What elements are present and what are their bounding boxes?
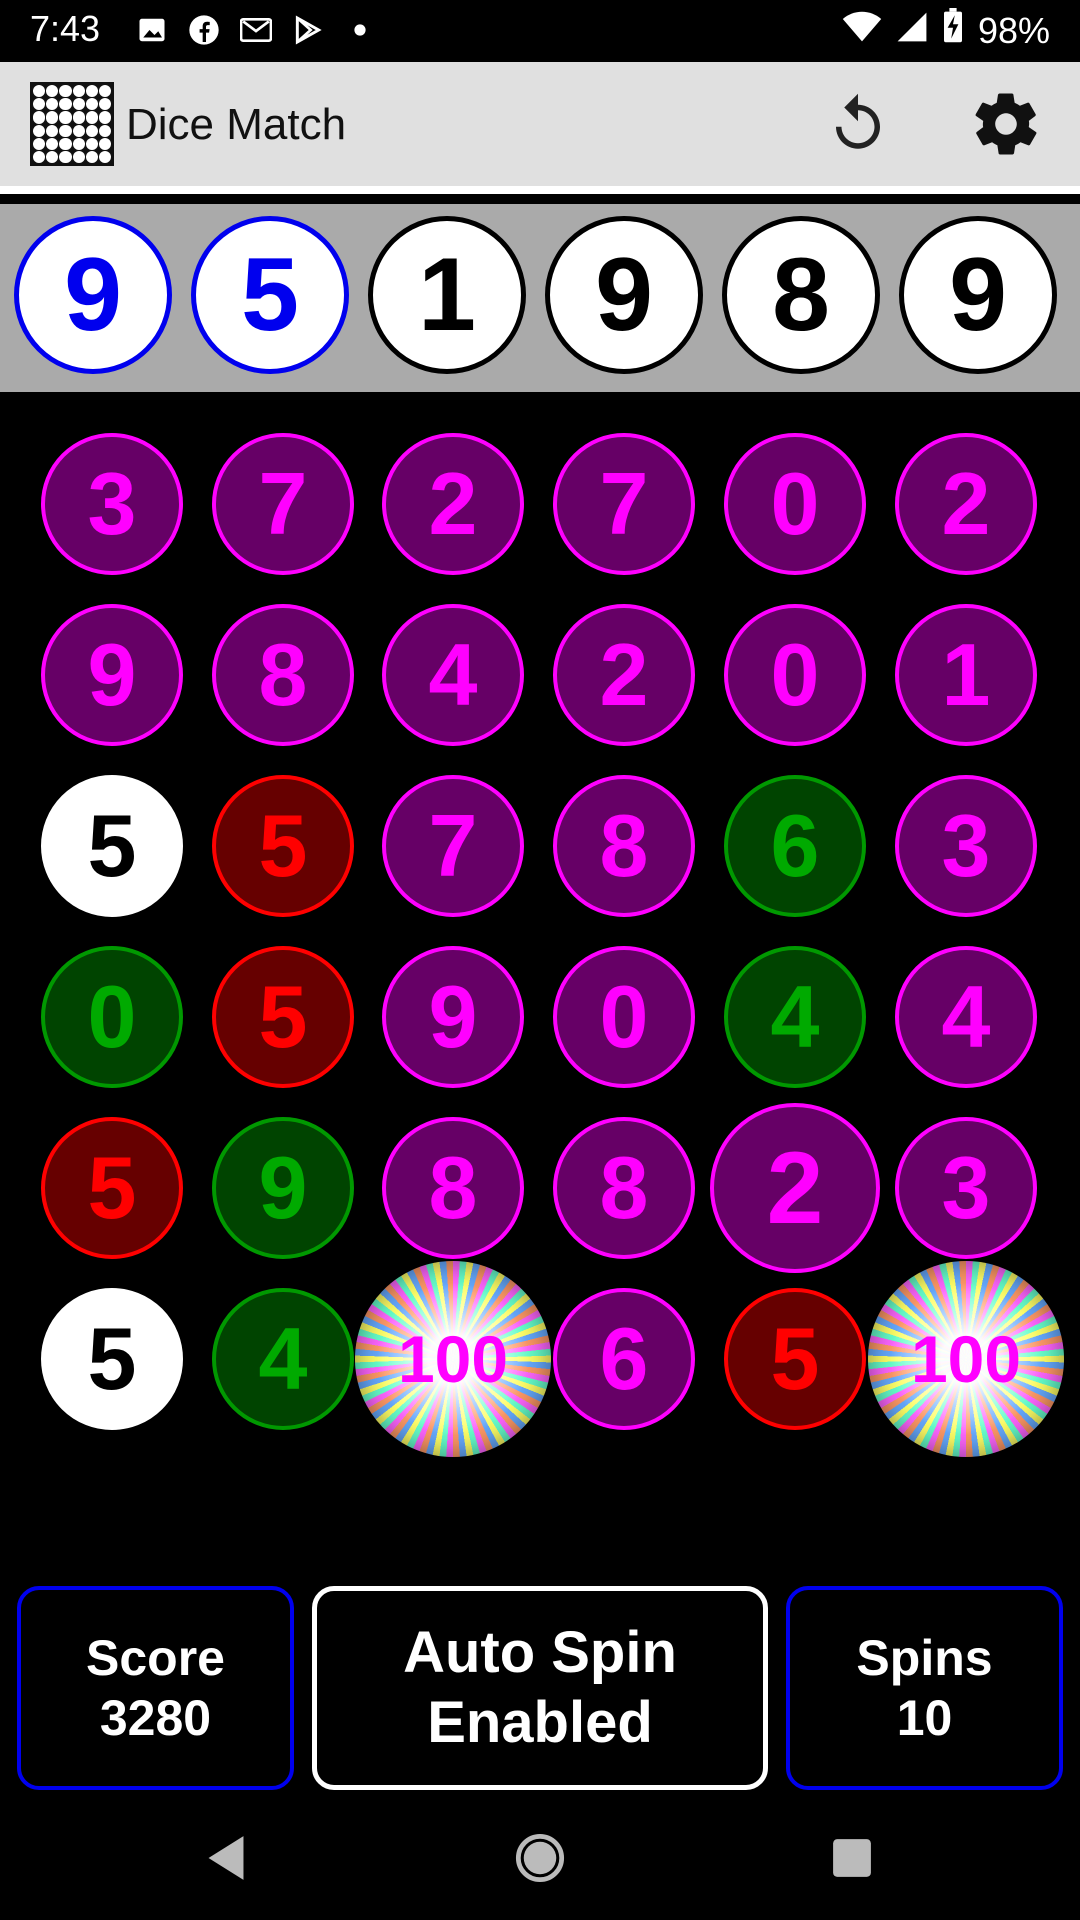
dot-icon xyxy=(344,14,376,46)
number-ball[interactable]: 5 xyxy=(212,775,354,917)
number-ball[interactable]: 6 xyxy=(553,1288,695,1430)
number-ball[interactable]: 2 xyxy=(553,604,695,746)
target-ball: 9 xyxy=(545,216,703,374)
gmail-icon xyxy=(240,14,272,46)
wifi-icon xyxy=(842,10,882,52)
play-store-icon xyxy=(292,14,324,46)
divider xyxy=(0,194,1080,204)
auto-spin-label: Auto Spin xyxy=(403,1620,677,1686)
home-icon xyxy=(514,1832,566,1889)
spins-label: Spins xyxy=(856,1630,993,1686)
reset-button[interactable] xyxy=(820,88,896,164)
number-ball[interactable]: 0 xyxy=(724,604,866,746)
number-ball[interactable]: 3 xyxy=(895,775,1037,917)
app-bar: Dice Match xyxy=(0,62,1080,186)
number-ball[interactable]: 5 xyxy=(41,1288,183,1430)
number-ball[interactable]: 4 xyxy=(724,946,866,1088)
number-ball[interactable]: 4 xyxy=(382,604,524,746)
home-button[interactable] xyxy=(510,1830,570,1890)
number-ball[interactable]: 8 xyxy=(212,604,354,746)
system-icons: 98% xyxy=(842,8,1050,53)
number-ball[interactable]: 2 xyxy=(710,1103,880,1273)
number-ball[interactable]: 1 xyxy=(895,604,1037,746)
number-ball[interactable]: 8 xyxy=(382,1117,524,1259)
number-ball[interactable]: 5 xyxy=(724,1288,866,1430)
settings-button[interactable] xyxy=(968,88,1044,164)
back-icon xyxy=(204,1834,248,1887)
number-ball[interactable]: 7 xyxy=(382,775,524,917)
number-ball[interactable]: 2 xyxy=(895,433,1037,575)
recents-icon xyxy=(831,1837,873,1884)
battery-percent: 98% xyxy=(977,9,1050,51)
number-ball[interactable]: 5 xyxy=(212,946,354,1088)
status-bar: 7:43 98% xyxy=(0,0,1080,62)
recents-button[interactable] xyxy=(822,1830,882,1890)
back-button[interactable] xyxy=(196,1830,256,1890)
spins-panel: Spins 10 xyxy=(786,1586,1063,1790)
number-ball[interactable]: 0 xyxy=(724,433,866,575)
app-logo-icon xyxy=(30,82,114,166)
number-ball[interactable]: 0 xyxy=(553,946,695,1088)
bonus-ball[interactable]: 100 xyxy=(868,1261,1064,1457)
bonus-ball[interactable]: 100 xyxy=(355,1261,551,1457)
notification-icons xyxy=(136,14,376,46)
target-ball: 1 xyxy=(368,216,526,374)
number-ball[interactable]: 3 xyxy=(41,433,183,575)
spins-value: 10 xyxy=(896,1690,953,1746)
number-ball[interactable]: 3 xyxy=(895,1117,1037,1259)
number-ball[interactable]: 0 xyxy=(41,946,183,1088)
number-ball[interactable]: 9 xyxy=(41,604,183,746)
settings-icon xyxy=(969,87,1043,166)
reset-icon xyxy=(825,91,891,162)
auto-spin-button[interactable]: Auto Spin Enabled xyxy=(312,1586,768,1790)
number-ball[interactable]: 9 xyxy=(382,946,524,1088)
divider xyxy=(0,186,1080,194)
number-ball[interactable]: 6 xyxy=(724,775,866,917)
score-value: 3280 xyxy=(99,1690,212,1746)
status-time: 7:43 xyxy=(30,8,101,49)
signal-icon xyxy=(896,10,928,52)
battery-charging-icon xyxy=(942,8,964,53)
target-ball: 9 xyxy=(14,216,172,374)
number-ball[interactable]: 4 xyxy=(895,946,1037,1088)
number-ball[interactable]: 7 xyxy=(553,433,695,575)
number-ball[interactable]: 9 xyxy=(212,1117,354,1259)
auto-spin-state: Enabled xyxy=(427,1690,653,1755)
number-ball[interactable]: 5 xyxy=(41,1117,183,1259)
number-ball[interactable]: 2 xyxy=(382,433,524,575)
target-ball: 9 xyxy=(899,216,1057,374)
navigation-bar xyxy=(0,1800,1080,1920)
image-icon xyxy=(136,14,168,46)
number-ball[interactable]: 7 xyxy=(212,433,354,575)
target-ball: 8 xyxy=(722,216,880,374)
score-label: Score xyxy=(86,1630,225,1686)
score-panel: Score 3280 xyxy=(17,1586,294,1790)
target-ball: 5 xyxy=(191,216,349,374)
target-row: 9 5 1 9 8 9 xyxy=(0,204,1080,392)
number-ball[interactable]: 4 xyxy=(212,1288,354,1430)
number-ball[interactable]: 5 xyxy=(41,775,183,917)
number-ball[interactable]: 8 xyxy=(553,1117,695,1259)
number-ball[interactable]: 8 xyxy=(553,775,695,917)
facebook-icon xyxy=(188,14,220,46)
app-title: Dice Match xyxy=(126,100,347,149)
